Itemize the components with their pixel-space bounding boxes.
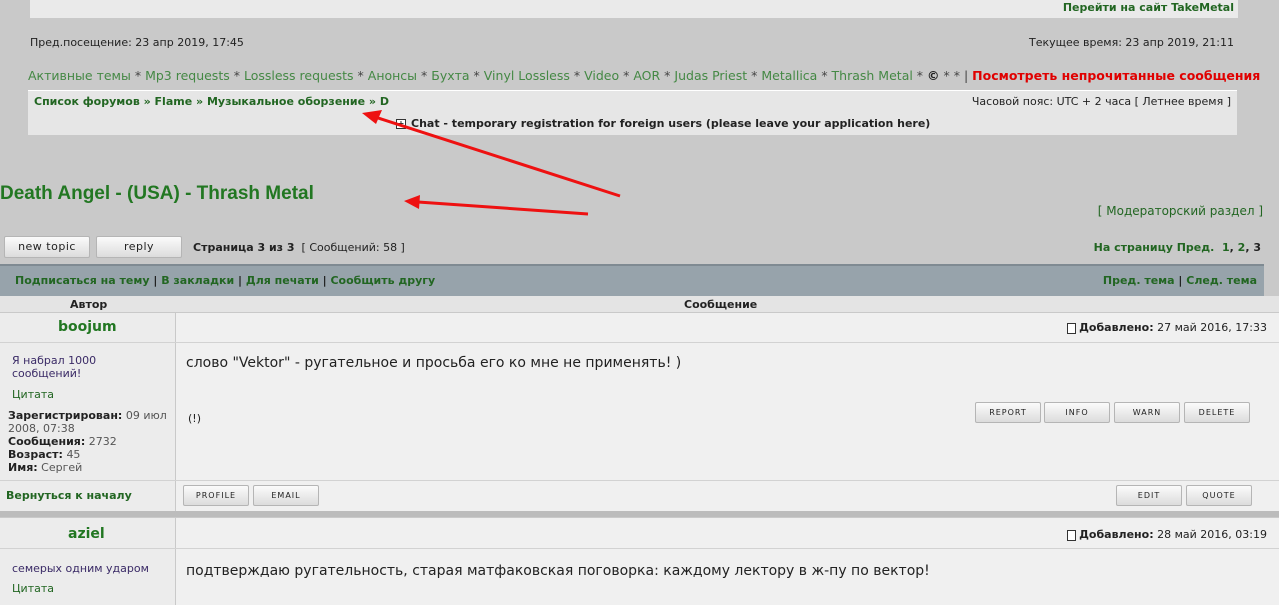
annotation-arrowhead-1 — [362, 110, 382, 124]
annotation-arrow-2 — [417, 200, 589, 216]
annotation-arrowhead-2 — [404, 195, 420, 209]
annotation-arrows — [362, 110, 621, 216]
annotation-arrow-1 — [374, 115, 621, 198]
